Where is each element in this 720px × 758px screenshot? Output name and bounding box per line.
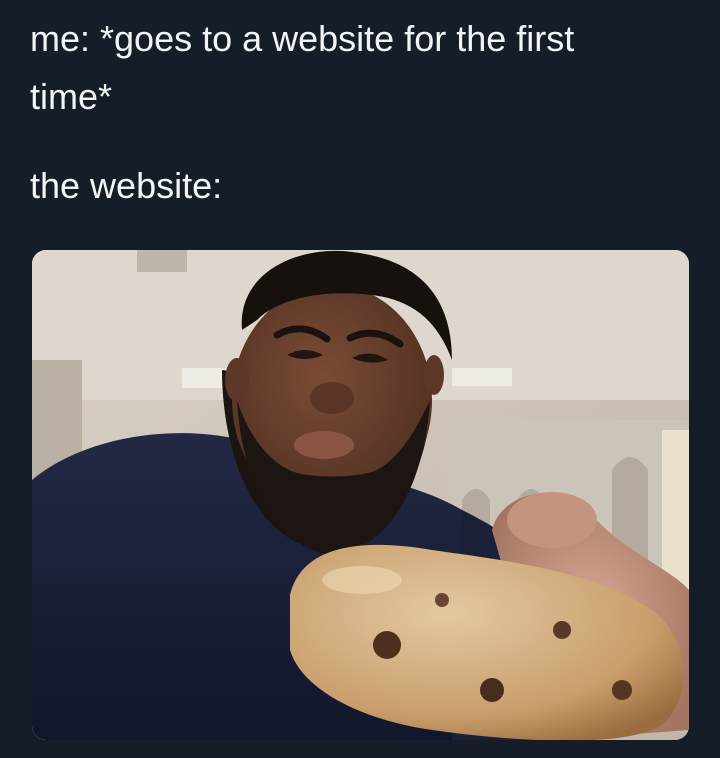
ceiling-light-right xyxy=(452,368,512,386)
meme-photo xyxy=(32,250,689,740)
chocolate-chip-2 xyxy=(480,678,504,702)
caption-line-3: the website: xyxy=(30,165,223,206)
caption-line-2: time* xyxy=(30,76,113,117)
ceiling-vent xyxy=(137,250,187,272)
cookie-highlight xyxy=(322,566,402,594)
chocolate-chip-5 xyxy=(612,680,632,700)
caption-top: me: *goes to a website for the first tim… xyxy=(30,10,690,126)
caption-line-1: me: *goes to a website for the first xyxy=(30,18,575,59)
right-ear xyxy=(424,355,444,395)
left-ear xyxy=(225,358,249,402)
chocolate-chip-1 xyxy=(373,631,401,659)
nose xyxy=(310,382,354,414)
chocolate-chip-3 xyxy=(553,621,571,639)
lips xyxy=(294,431,354,459)
thumb xyxy=(507,492,597,548)
caption-bottom: the website: xyxy=(30,157,690,215)
chocolate-chip-4 xyxy=(435,593,449,607)
meme-photo-illustration xyxy=(32,250,689,740)
